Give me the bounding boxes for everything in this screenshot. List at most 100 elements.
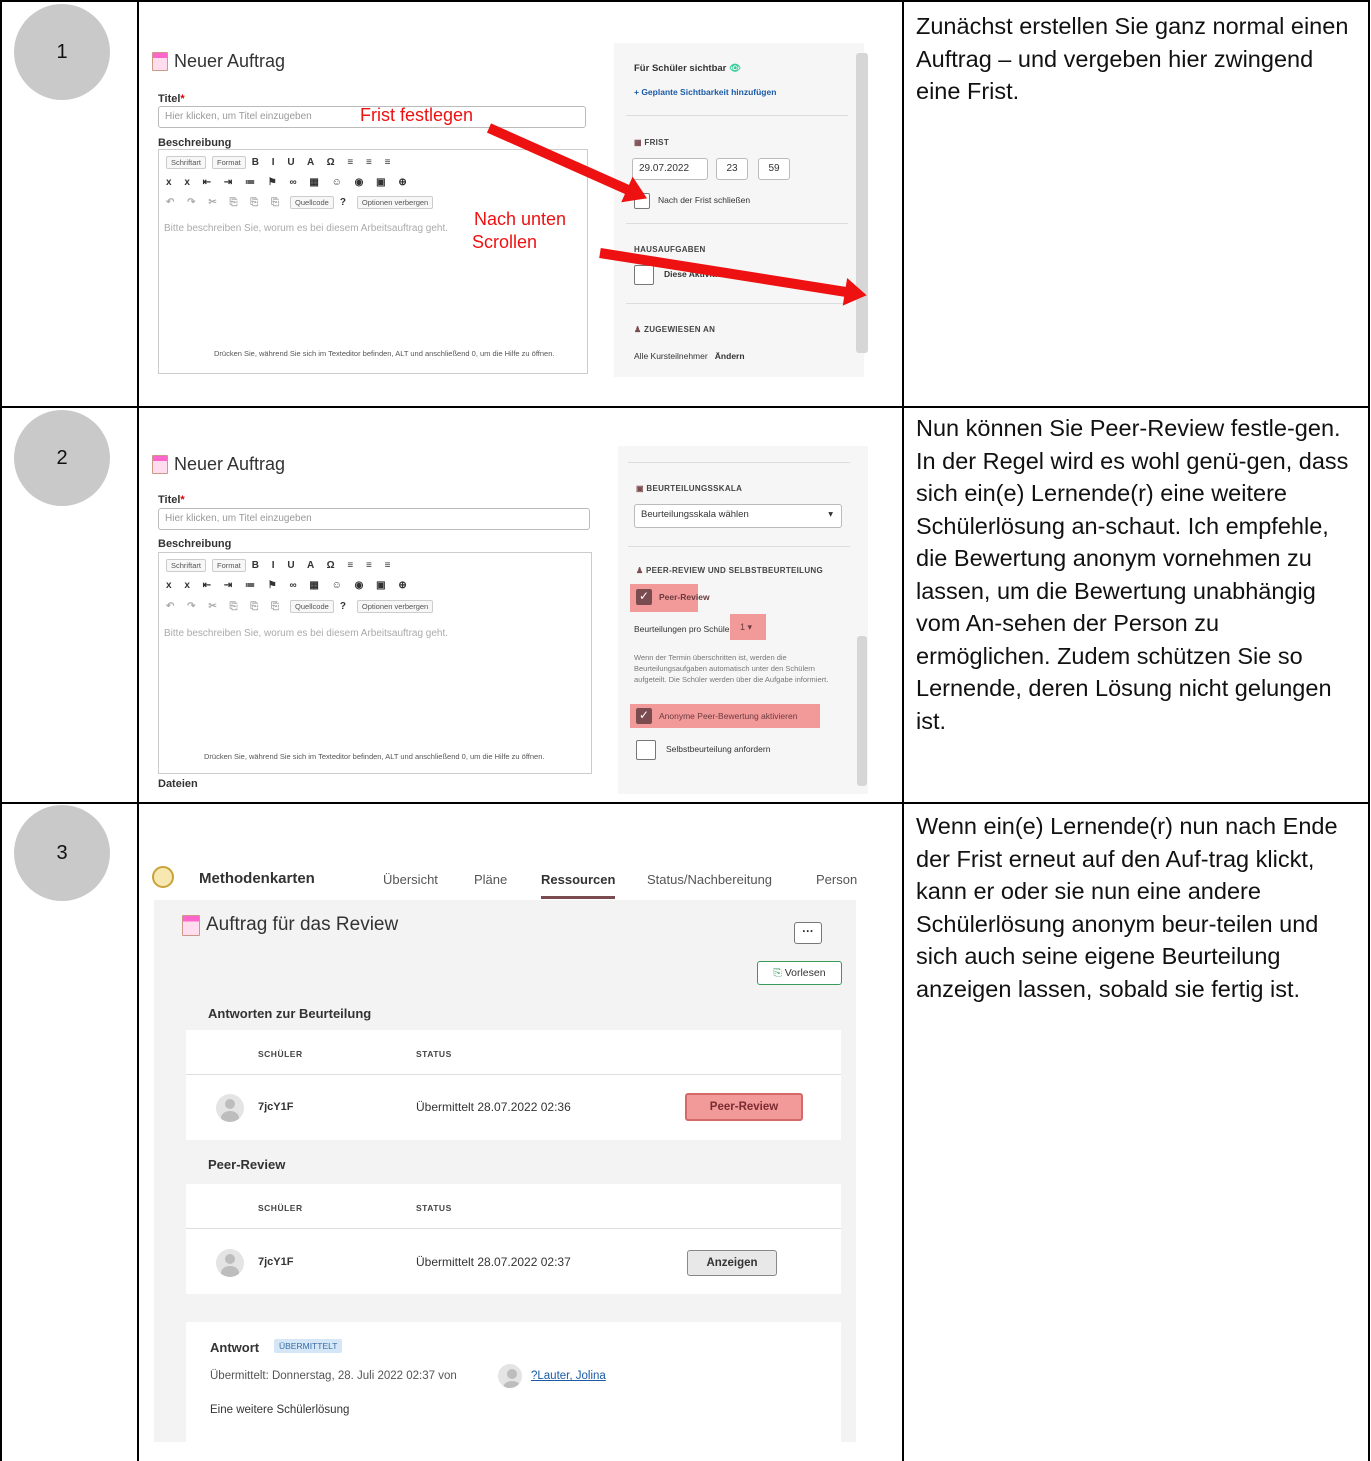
self-assessment-checkbox[interactable] bbox=[636, 740, 656, 760]
title-label: Titel* bbox=[158, 93, 185, 105]
description-label: Beschreibung bbox=[158, 137, 232, 149]
editor-title: Neuer Auftrag bbox=[152, 454, 285, 475]
row1-status: Übermittelt 28.07.2022 02:36 bbox=[416, 1100, 571, 1114]
editor-toolbar-row3[interactable]: ↶ ↷ ✂ ⎘ ⎘ ⎘ Quellcode ? Optionen verberg… bbox=[166, 600, 434, 613]
format-select[interactable]: Format bbox=[212, 156, 246, 169]
table-separator bbox=[186, 1074, 841, 1075]
col-status-header: STATUS bbox=[416, 1203, 452, 1213]
sidebar-scrollbar[interactable] bbox=[857, 636, 867, 786]
read-aloud-button[interactable]: ⎘ Vorlesen bbox=[757, 961, 842, 985]
editor-toolbar-row1[interactable]: Schriftart Format B I U A Ω ≡ ≡ ≡ bbox=[166, 156, 395, 169]
title-label: Titel* bbox=[158, 494, 185, 506]
per-student-select[interactable]: 1 ▾ bbox=[740, 622, 752, 633]
step-2-description: Nun können Sie Peer-Review festle-gen. I… bbox=[916, 415, 1349, 734]
chevron-down-icon: ▾ bbox=[828, 509, 833, 520]
peer-review-button[interactable]: Peer-Review bbox=[685, 1093, 803, 1121]
avatar bbox=[216, 1094, 244, 1122]
self-assessment-label: Selbstbeurteilung anfordern bbox=[666, 744, 771, 754]
scale-select[interactable]: Beurteilungsskala wählen ▾ bbox=[634, 504, 842, 528]
status-badge: ÜBERMITTELT bbox=[274, 1339, 343, 1353]
step-3-description: Wenn ein(e) Lernende(r) nun nach Ende de… bbox=[916, 813, 1338, 1002]
homework-heading: HAUSAUFGABEN bbox=[634, 245, 706, 254]
tab-status[interactable]: Status/Nachbereitung bbox=[647, 872, 772, 887]
assignment-title-text: Auftrag für das Review bbox=[206, 914, 399, 935]
col-status-header: STATUS bbox=[416, 1049, 452, 1059]
answer-label: Antwort bbox=[210, 1340, 260, 1355]
peer-section-title: Peer-Review bbox=[208, 1157, 286, 1172]
scale-icon: ▣ bbox=[636, 484, 644, 493]
tab-resources[interactable]: Ressourcen bbox=[541, 872, 615, 887]
format-icons[interactable]: B I U A Ω ≡ ≡ ≡ bbox=[252, 157, 396, 168]
peer-heading: ♟ PEER-REVIEW UND SELBSTBEURTEILUNG bbox=[636, 566, 824, 575]
assigned-value: Alle Kursteilnehmer Ändern bbox=[634, 351, 745, 361]
table-border-left bbox=[0, 0, 2, 1461]
font-select[interactable]: Schriftart bbox=[166, 156, 207, 169]
avatar bbox=[216, 1249, 244, 1277]
editor-toolbar-row3[interactable]: ↶ ↷ ✂ ⎘ ⎘ ⎘ Quellcode ? Optionen verberg… bbox=[166, 196, 434, 209]
format-icons[interactable]: B I U A Ω ≡ ≡ ≡ bbox=[252, 560, 396, 571]
editor-toolbar-row1[interactable]: Schriftart Format B I U A Ω ≡ ≡ ≡ bbox=[166, 559, 395, 572]
step-1-description: Zunächst erstellen Sie ganz normal einen… bbox=[916, 13, 1349, 104]
editor-help-hint: Drücken Sie, während Sie sich im Textedi… bbox=[214, 349, 555, 358]
font-select[interactable]: Schriftart bbox=[166, 559, 207, 572]
tab-plans[interactable]: Pläne bbox=[474, 872, 507, 887]
editor-toolbar-row2[interactable]: x x ⇤ ⇥ ≔ ⚑ ∞ ▦ ☺ ◉ ▣ ⊕ bbox=[166, 177, 412, 188]
add-visibility-link[interactable]: + Geplante Sichtbarkeit hinzufügen bbox=[634, 87, 776, 97]
tab-overview[interactable]: Übersicht bbox=[383, 872, 438, 887]
answer-author-link[interactable]: ?Lauter, Jolina bbox=[531, 1370, 606, 1382]
help-icon[interactable]: ? bbox=[340, 197, 351, 208]
help-icon[interactable]: ? bbox=[340, 601, 351, 612]
format-select[interactable]: Format bbox=[212, 559, 246, 572]
clipboard-icons[interactable]: ↶ ↷ ✂ ⎘ ⎘ ⎘ bbox=[166, 197, 284, 208]
assignment-title: Auftrag für das Review bbox=[182, 914, 398, 936]
homework-checkbox[interactable] bbox=[634, 265, 654, 285]
row2-student: 7jcY1F bbox=[258, 1256, 294, 1268]
tab-resources-underline bbox=[541, 896, 615, 899]
deadline-minute-input[interactable]: 59 bbox=[758, 158, 790, 180]
tab-persons[interactable]: Person bbox=[816, 872, 857, 887]
insert-icons[interactable]: x x ⇤ ⇥ ≔ ⚑ ∞ ▦ ☺ ◉ ▣ ⊕ bbox=[166, 580, 412, 591]
peer-table bbox=[186, 1184, 841, 1294]
answer-text: Eine weitere Schülerlösung bbox=[210, 1404, 350, 1416]
sidebar-separator bbox=[626, 303, 848, 304]
source-button[interactable]: Quellcode bbox=[290, 196, 334, 209]
anonymous-label: Anonyme Peer-Bewertung aktivieren bbox=[659, 711, 798, 721]
table-border-right bbox=[1368, 0, 1370, 1461]
speaker-icon: ⎘ bbox=[773, 967, 782, 979]
per-student-label: Beurteilungen pro Schüler bbox=[634, 624, 733, 634]
deadline-date-input[interactable]: 29.07.2022 bbox=[632, 158, 708, 180]
annotation-scroll-1: Nach unten bbox=[474, 209, 567, 229]
row1-student: 7jcY1F bbox=[258, 1101, 294, 1113]
peer-review-checkbox[interactable] bbox=[636, 589, 652, 605]
course-brand[interactable]: Methodenkarten bbox=[199, 870, 315, 887]
answers-section-title: Antworten zur Beurteilung bbox=[208, 1006, 372, 1021]
assigned-change-link[interactable]: Ändern bbox=[715, 351, 745, 361]
step-number-2: 2 bbox=[14, 410, 110, 506]
anonymous-checkbox[interactable] bbox=[636, 708, 652, 724]
description-label: Beschreibung bbox=[158, 538, 232, 550]
table-separator bbox=[186, 1228, 841, 1229]
distribution-info: Wenn der Termin überschritten ist, werde… bbox=[634, 653, 829, 684]
show-button[interactable]: Anzeigen bbox=[687, 1250, 777, 1276]
hide-options-button[interactable]: Optionen verbergen bbox=[356, 196, 434, 209]
more-button[interactable]: ··· bbox=[794, 922, 822, 944]
clipboard-icons[interactable]: ↶ ↷ ✂ ⎘ ⎘ ⎘ bbox=[166, 601, 284, 612]
screenshot-course-view: Methodenkarten Übersicht Pläne Ressource… bbox=[144, 850, 864, 1442]
editor-toolbar-row2[interactable]: x x ⇤ ⇥ ≔ ⚑ ∞ ▦ ☺ ◉ ▣ ⊕ bbox=[166, 580, 412, 591]
document-icon bbox=[152, 455, 168, 474]
hide-options-button[interactable]: Optionen verbergen bbox=[356, 600, 434, 613]
annotation-scroll-2: Scrollen bbox=[472, 232, 538, 252]
editor-help-hint: Drücken Sie, während Sie sich im Textedi… bbox=[204, 752, 545, 761]
source-button[interactable]: Quellcode bbox=[290, 600, 334, 613]
screenshot-deadline: Neuer Auftrag Titel* Hier klicken, um Ti… bbox=[144, 43, 877, 377]
editor-title-text: Neuer Auftrag bbox=[174, 51, 286, 71]
files-label: Dateien bbox=[158, 778, 198, 790]
editor-title-text: Neuer Auftrag bbox=[174, 454, 286, 474]
course-logo-icon bbox=[152, 866, 174, 888]
answer-meta: Übermittelt: Donnerstag, 28. Juli 2022 0… bbox=[210, 1370, 457, 1382]
row2-status: Übermittelt 28.07.2022 02:37 bbox=[416, 1255, 571, 1269]
visible-label: Für Schüler sichtbar 👁 bbox=[634, 63, 742, 74]
insert-icons[interactable]: x x ⇤ ⇥ ≔ ⚑ ∞ ▦ ☺ ◉ ▣ ⊕ bbox=[166, 177, 412, 188]
deadline-hour-input[interactable]: 23 bbox=[716, 158, 748, 180]
title-input[interactable]: Hier klicken, um Titel einzugeben bbox=[158, 508, 590, 530]
